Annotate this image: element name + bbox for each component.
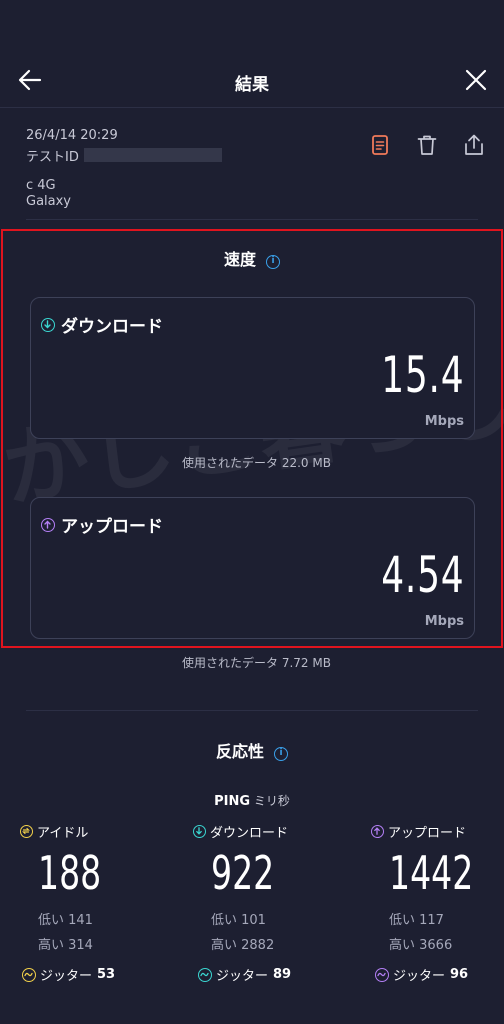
responsiveness-section-title: 反応性 i	[0, 738, 504, 762]
download-ping-low: 低い 101	[211, 913, 266, 928]
test-id-redacted	[84, 148, 222, 162]
test-id-label: テストID	[26, 150, 79, 165]
idle-ping-high: 高い 314	[38, 938, 93, 953]
upload-speed-value: 4.54	[380, 546, 464, 604]
ping-heading: PING ミリ秒	[0, 792, 504, 809]
upload-speed-unit: Mbps	[424, 614, 464, 629]
download-label-text: ダウンロード	[61, 317, 163, 337]
download-arrow-icon	[41, 317, 55, 332]
download-data-used: 使用されたデータ 22.0 MB	[182, 456, 331, 470]
responsiveness-title-text: 反応性	[215, 742, 264, 761]
ping-download-label: ダウンロード	[193, 822, 353, 841]
download-jitter: ジッター 89	[198, 965, 291, 984]
divider	[26, 219, 478, 220]
upload-card: アップロード 4.54 Mbps	[30, 497, 475, 639]
download-ping-high: 高い 2882	[211, 938, 275, 953]
info-icon[interactable]: i	[266, 255, 280, 269]
speed-section-title: 速度 i	[0, 246, 504, 270]
speed-title-text: 速度	[223, 250, 256, 269]
share-button[interactable]	[462, 133, 486, 157]
idle-ping-low: 低い 141	[38, 913, 93, 928]
trash-icon	[417, 135, 437, 155]
network-type: c 4G	[26, 178, 56, 193]
divider	[26, 710, 478, 711]
download-arrow-icon	[193, 825, 206, 838]
upload-ping-low: 低い 117	[389, 913, 444, 928]
document-icon	[372, 135, 388, 155]
upload-arrow-icon	[41, 517, 55, 532]
jitter-icon	[375, 967, 389, 982]
idle-label-text: アイドル	[37, 826, 89, 841]
upload-jitter-value: 96	[450, 967, 469, 982]
share-icon	[465, 134, 483, 155]
page-title: 結果	[235, 75, 269, 95]
close-button[interactable]	[462, 66, 490, 94]
download-jitter-label: ジッター	[216, 969, 269, 984]
download-speed-value: 15.4	[380, 346, 464, 404]
upload-jitter-label: ジッター	[393, 969, 446, 984]
ping-unit: ミリ秒	[253, 794, 290, 808]
ping-download-label-text: ダウンロード	[210, 826, 289, 841]
idle-icon	[20, 825, 33, 838]
ping-upload-label: アップロード	[371, 822, 504, 841]
ping-upload-label-text: アップロード	[388, 826, 467, 841]
upload-arrow-icon	[371, 825, 384, 838]
ping-idle-column: アイドル 188 低い 141 高い 314	[20, 822, 180, 953]
ping-download-column: ダウンロード 922 低い 101 高い 2882	[193, 822, 353, 953]
upload-label: アップロード	[41, 512, 163, 537]
upload-jitter: ジッター 96	[375, 965, 468, 984]
test-date: 26/4/14 20:29	[26, 128, 118, 143]
device-name: Galaxy	[26, 194, 72, 209]
upload-ping-high: 高い 3666	[389, 938, 453, 953]
download-ping-value: 922	[211, 846, 275, 900]
download-label: ダウンロード	[41, 312, 163, 337]
info-icon[interactable]: i	[274, 747, 288, 761]
download-speed-unit: Mbps	[424, 414, 464, 429]
ping-upload-column: アップロード 1442 低い 117 高い 3666	[371, 822, 504, 953]
top-bar: 結果	[0, 0, 504, 108]
upload-ping-value: 1442	[389, 846, 474, 900]
upload-data-used: 使用されたデータ 7.72 MB	[182, 656, 331, 670]
jitter-icon	[22, 967, 36, 982]
close-icon	[465, 69, 487, 91]
jitter-icon	[198, 967, 212, 982]
download-jitter-value: 89	[273, 967, 292, 982]
report-button[interactable]	[368, 133, 392, 157]
delete-button[interactable]	[415, 133, 439, 157]
idle-jitter: ジッター 53	[22, 965, 115, 984]
idle-ping-value: 188	[38, 846, 102, 900]
idle-jitter-label: ジッター	[40, 969, 93, 984]
download-card: ダウンロード 15.4 Mbps	[30, 297, 475, 439]
ping-label: PING	[214, 794, 251, 809]
upload-label-text: アップロード	[61, 517, 163, 537]
idle-jitter-value: 53	[97, 967, 116, 982]
idle-label: アイドル	[20, 822, 180, 841]
